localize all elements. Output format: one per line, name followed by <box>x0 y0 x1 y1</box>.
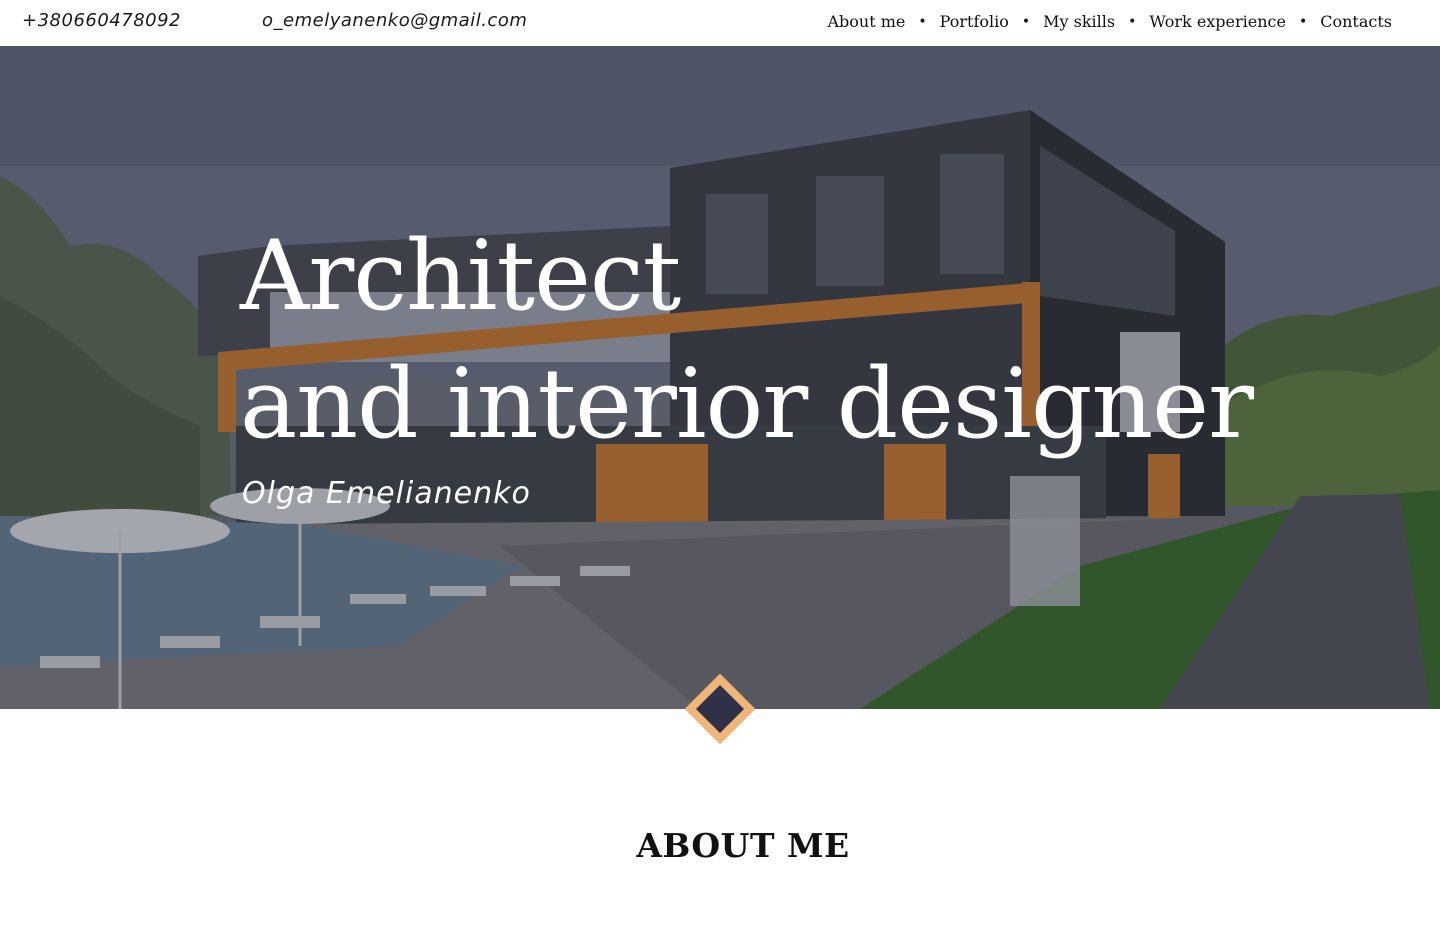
main-navigation: About me • Portfolio • My skills • Work … <box>827 12 1392 31</box>
nav-contacts[interactable]: Contacts <box>1320 12 1392 31</box>
hero-title-line-1: Architect <box>240 220 681 332</box>
hero-title: Architect and interior designer <box>240 212 1254 468</box>
diamond-icon[interactable] <box>684 673 756 745</box>
nav-work-experience[interactable]: Work experience <box>1149 12 1286 31</box>
top-bar: +380660478092 o_emelyanenko@gmail.com Ab… <box>0 0 1440 46</box>
about-heading: ABOUT ME <box>636 826 850 865</box>
nav-my-skills[interactable]: My skills <box>1043 12 1115 31</box>
nav-separator: • <box>1021 13 1031 30</box>
nav-separator: • <box>1298 13 1308 30</box>
hero-title-line-2: and interior designer <box>240 348 1254 460</box>
nav-separator: • <box>1128 13 1137 30</box>
nav-portfolio[interactable]: Portfolio <box>940 12 1009 31</box>
phone-number[interactable]: +380660478092 <box>22 10 181 31</box>
nav-about-me[interactable]: About me <box>827 12 905 31</box>
nav-separator: • <box>918 13 927 30</box>
email-address[interactable]: o_emelyanenko@gmail.com <box>262 10 527 31</box>
hero-section: Architect and interior designer Olga Eme… <box>0 46 1440 709</box>
hero-subtitle: Olga Emelianenko <box>242 476 531 511</box>
